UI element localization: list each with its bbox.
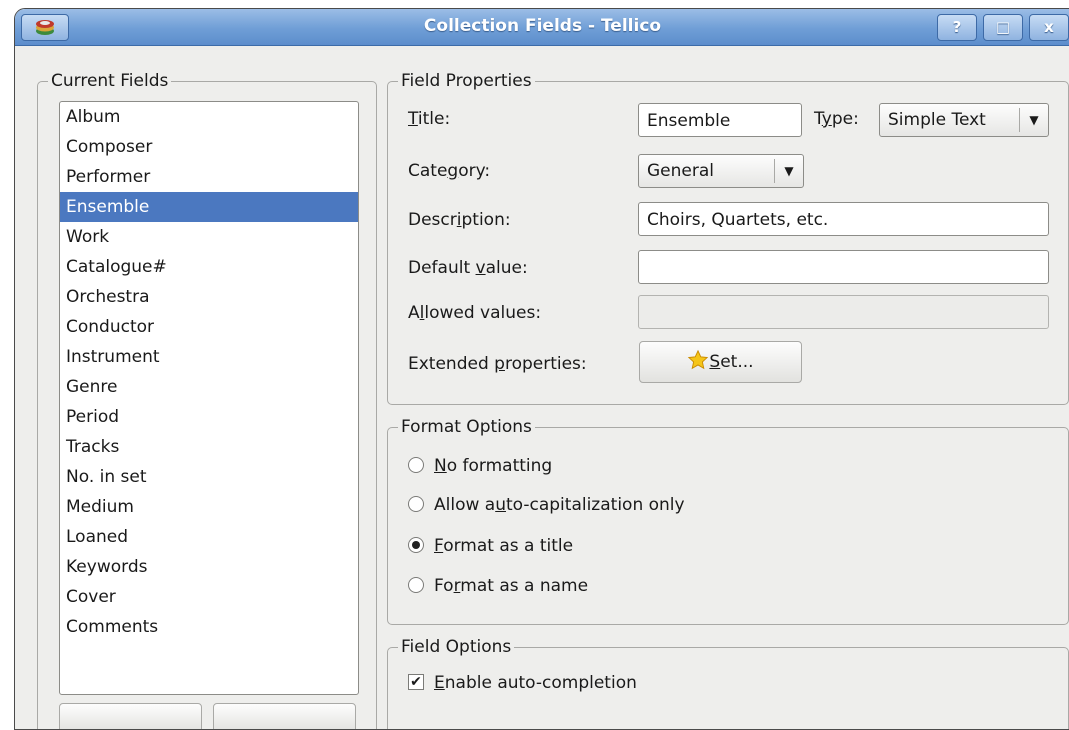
close-button[interactable]: x [1029, 14, 1069, 41]
list-item[interactable]: Medium [60, 492, 358, 522]
list-item[interactable]: Loaned [60, 522, 358, 552]
list-item[interactable]: Genre [60, 372, 358, 402]
set-extended-properties-button[interactable]: Set... [639, 341, 802, 383]
title-label: Title: [408, 109, 451, 129]
description-input[interactable]: Choirs, Quartets, etc. [638, 202, 1049, 236]
list-item[interactable]: Ensemble [60, 192, 358, 222]
type-value: Simple Text [888, 110, 986, 130]
current-fields-title: Current Fields [48, 70, 172, 92]
list-item[interactable]: No. in set [60, 462, 358, 492]
list-item[interactable]: Cover [60, 582, 358, 612]
format-options-title: Format Options [398, 416, 535, 438]
list-item[interactable]: Work [60, 222, 358, 252]
new-field-button[interactable] [59, 703, 202, 729]
list-item[interactable]: Album [60, 102, 358, 132]
radio-empty-icon [408, 496, 424, 512]
list-item[interactable]: Composer [60, 132, 358, 162]
delete-field-button[interactable] [213, 703, 356, 729]
title-input[interactable]: Ensemble [638, 103, 802, 137]
list-item[interactable]: Catalogue# [60, 252, 358, 282]
chevron-down-icon: ▼ [774, 159, 803, 183]
chevron-down-icon: ▼ [1019, 108, 1048, 132]
list-item[interactable]: Period [60, 402, 358, 432]
type-label: Type: [814, 109, 859, 129]
allowed-values-label: Allowed values: [408, 303, 542, 323]
radio-empty-icon [408, 577, 424, 593]
list-item[interactable]: Conductor [60, 312, 358, 342]
list-item[interactable]: Performer [60, 162, 358, 192]
radio-empty-icon [408, 457, 424, 473]
close-icon: x [1044, 18, 1054, 36]
list-item[interactable]: Tracks [60, 432, 358, 462]
field-properties-title: Field Properties [398, 70, 535, 92]
help-icon: ? [952, 18, 962, 36]
enable-autocompletion-label: Enable auto-completion [434, 673, 637, 693]
fields-list[interactable]: Album Composer Performer Ensemble Work Catalo… [59, 101, 359, 695]
window-title: Collection Fields - Tellico [423, 16, 662, 36]
category-label: Category: [408, 161, 491, 181]
list-item[interactable]: Keywords [60, 552, 358, 582]
help-button[interactable]: ? [937, 14, 977, 41]
format-option-label: Format as a name [434, 576, 589, 596]
default-value-label: Default value: [408, 258, 528, 278]
extended-properties-label: Extended properties: [408, 354, 587, 374]
category-dropdown[interactable]: General ▼ [638, 154, 804, 188]
maximize-icon: □ [995, 18, 1011, 36]
format-option-label: Format as a title [434, 536, 574, 556]
title-bar[interactable]: Collection Fields - Tellico ? □ x [15, 9, 1069, 46]
checkbox-checked-icon: ✔ [408, 674, 424, 690]
list-item[interactable]: Orchestra [60, 282, 358, 312]
list-item[interactable]: Instrument [60, 342, 358, 372]
default-value-input[interactable] [638, 250, 1049, 284]
radio-selected-icon [408, 537, 424, 553]
dialog-window: Collection Fields - Tellico ? □ x Curren… [14, 8, 1069, 730]
category-value: General [647, 161, 714, 181]
list-item[interactable]: Comments [60, 612, 358, 642]
format-option-label: Allow auto-capitalization only [434, 495, 685, 515]
format-option-label: No formatting [434, 456, 553, 476]
allowed-values-input[interactable] [638, 295, 1049, 329]
maximize-button[interactable]: □ [983, 14, 1023, 41]
field-options-title: Field Options [398, 636, 515, 658]
description-label: Description: [408, 210, 511, 230]
type-dropdown[interactable]: Simple Text ▼ [879, 103, 1049, 137]
star-icon [687, 346, 709, 386]
